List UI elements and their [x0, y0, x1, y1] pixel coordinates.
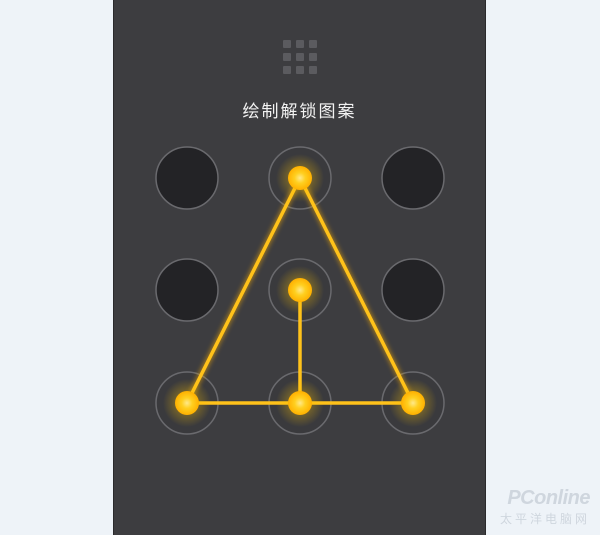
pattern-dot-active-2: [288, 166, 312, 190]
watermark: PConline 太平洋电脑网: [499, 487, 591, 527]
pattern-dot-active-5: [288, 278, 312, 302]
pattern-dot-3[interactable]: [381, 146, 445, 210]
pattern-dot-4[interactable]: [155, 258, 219, 322]
watermark-subtitle: 太平洋电脑网: [499, 512, 590, 526]
pattern-dot-active-9: [401, 391, 425, 415]
watermark-brand: PConline: [507, 487, 590, 509]
pattern-dot-1[interactable]: [155, 146, 219, 210]
pattern-dot-6[interactable]: [381, 258, 445, 322]
pattern-dot-active-8: [288, 391, 312, 415]
pattern-grid[interactable]: [0, 0, 600, 535]
pattern-dot-active-7: [175, 391, 199, 415]
